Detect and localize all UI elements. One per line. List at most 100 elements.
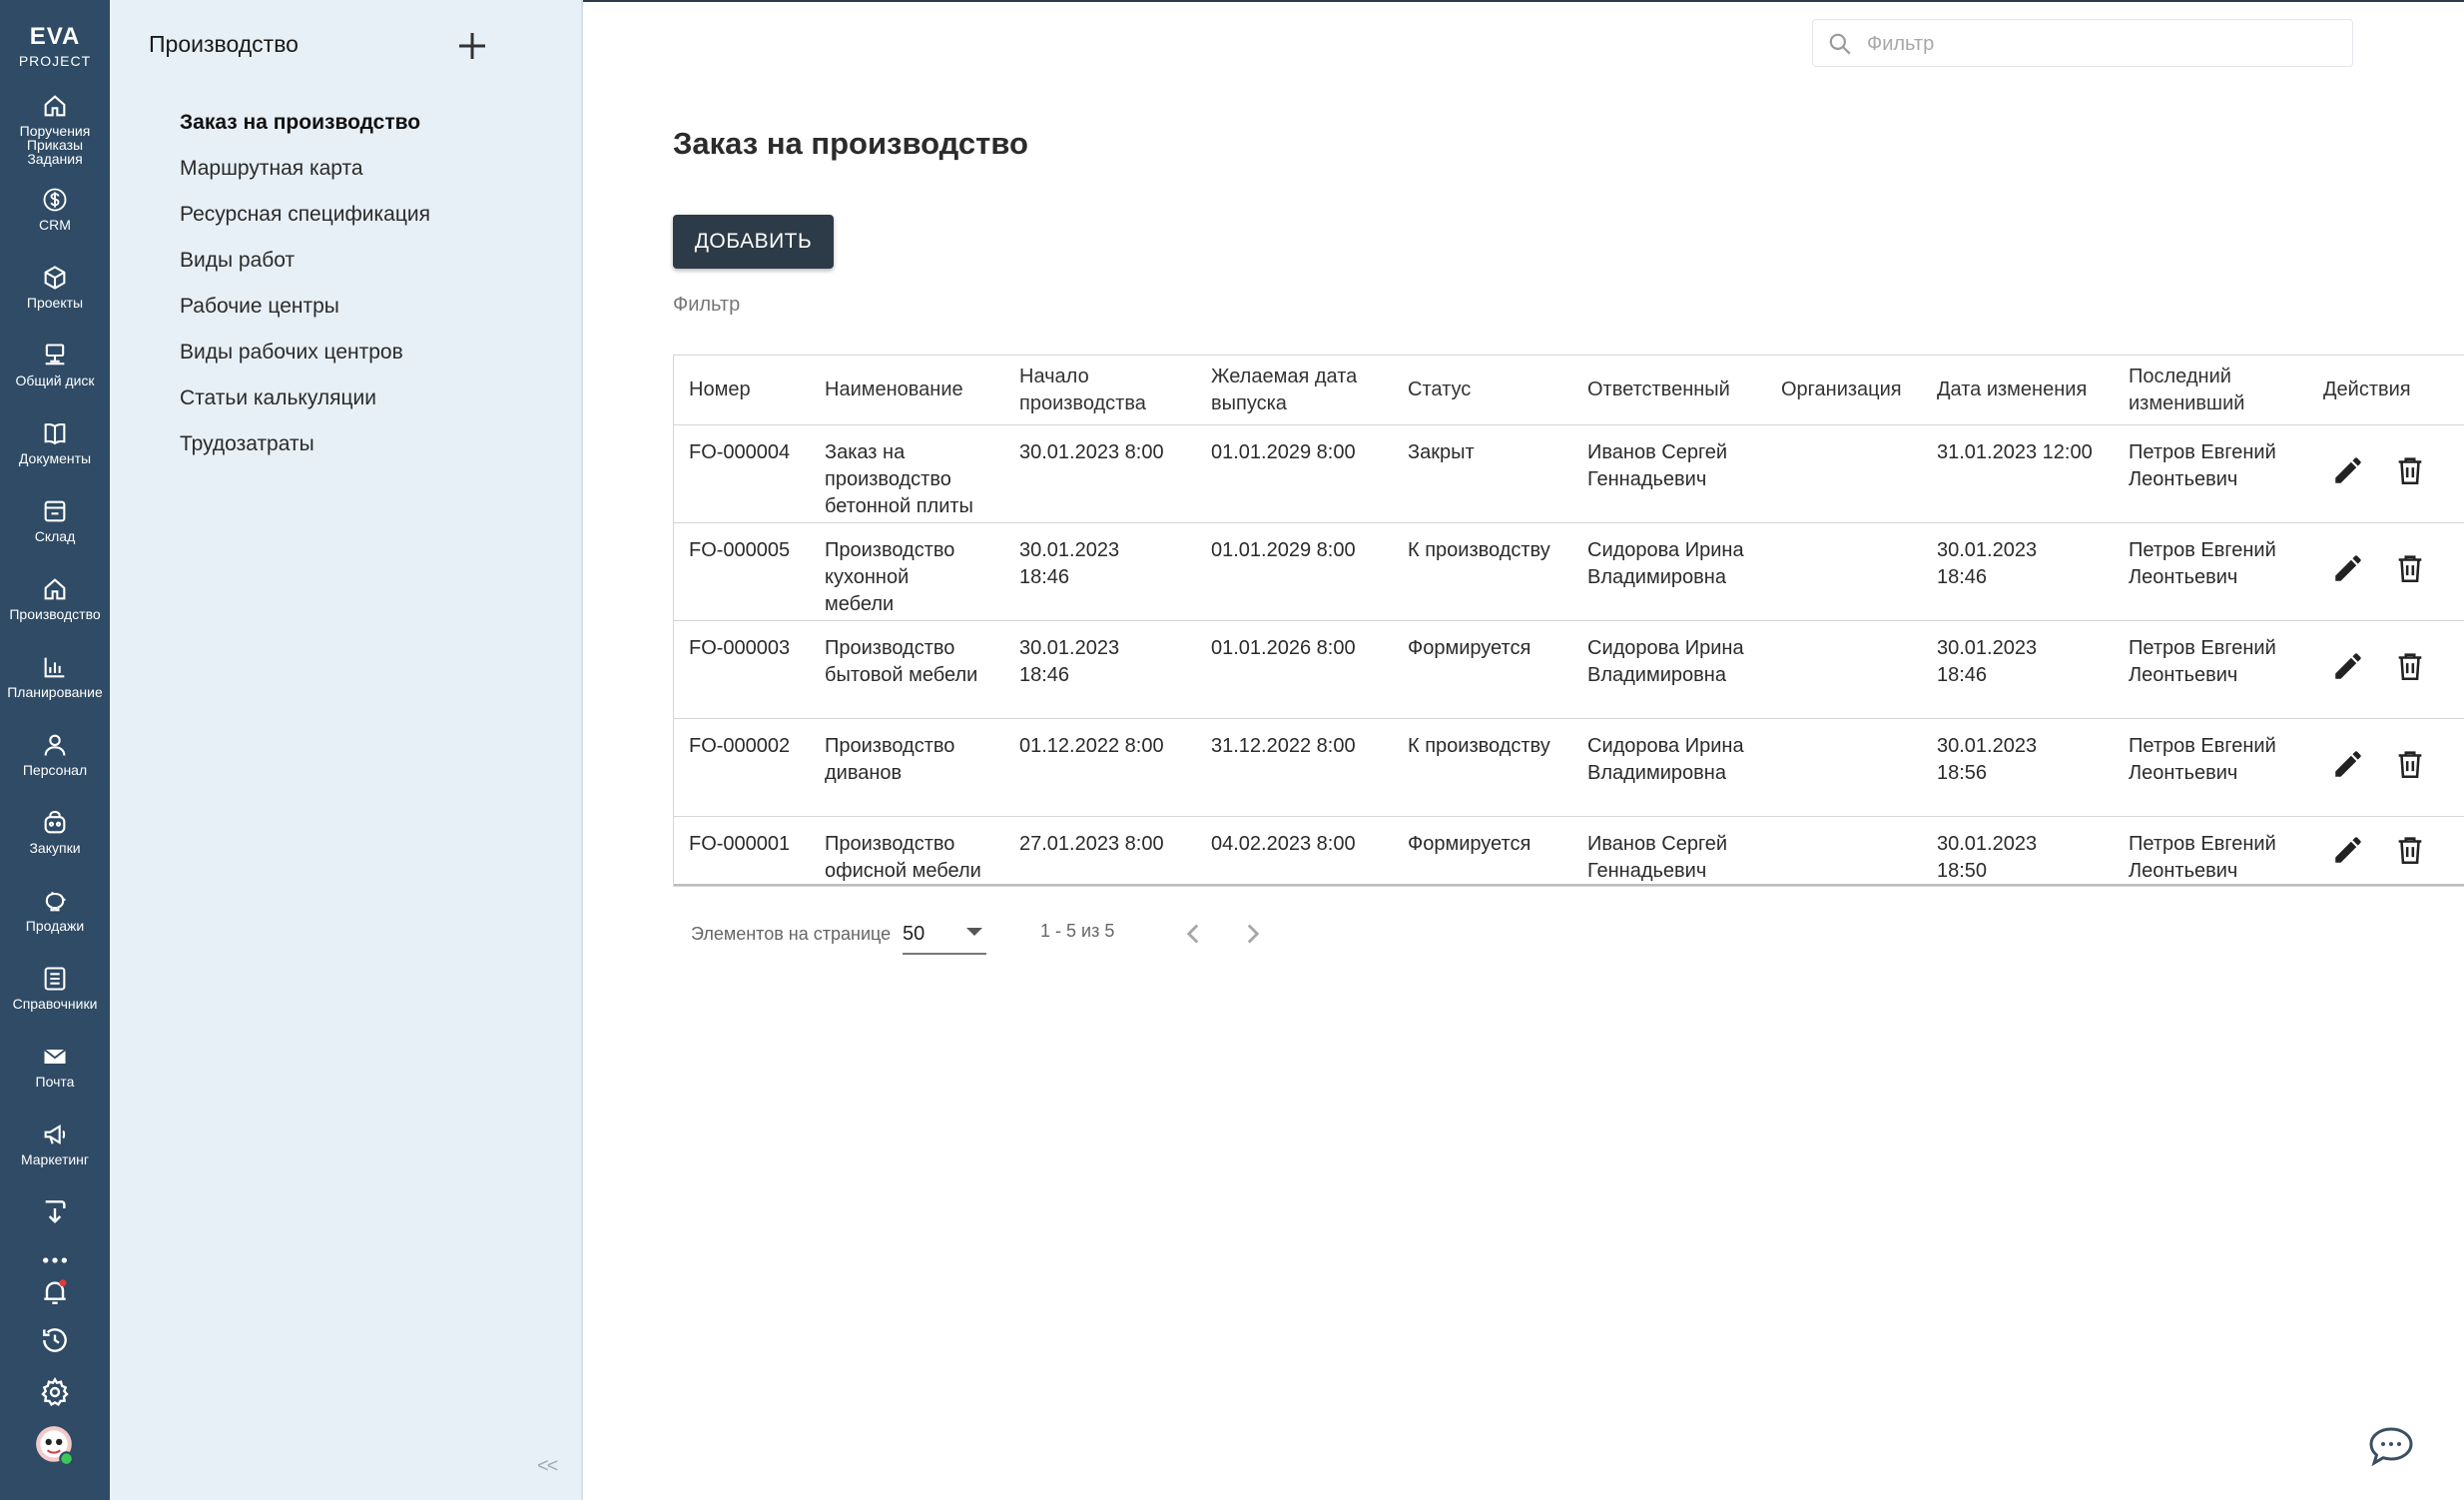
sidebar-item-route-card[interactable]: Маршрутная карта <box>180 154 430 200</box>
delete-button[interactable] <box>2393 747 2427 781</box>
cell-modified: 30.01.2023 18:56 <box>1937 735 2038 784</box>
sidebar-item-resource-spec[interactable]: Ресурсная спецификация <box>180 200 430 246</box>
table-row[interactable]: FO-000004 Заказ на производство бетонной… <box>674 425 2464 523</box>
rail-item-tasks[interactable]: Поручения Приказы Задания <box>0 92 110 166</box>
cell-number: FO-000005 <box>689 539 791 561</box>
filter-toggle[interactable]: Фильтр <box>673 294 740 317</box>
factory-icon <box>44 578 66 600</box>
table-row[interactable]: FO-000002 Производство диванов 01.12.202… <box>674 719 2464 817</box>
sidebar-collapse-button[interactable]: << <box>537 1455 558 1478</box>
rail-item-documents[interactable]: Документы <box>0 419 110 465</box>
rail-item-crm[interactable]: CRM <box>0 186 110 232</box>
cell-responsible: Сидорова Ирина Владимировна <box>1587 539 1744 588</box>
settings-button[interactable] <box>0 1376 110 1408</box>
tray-download-icon <box>45 1200 66 1224</box>
history-button[interactable] <box>0 1324 110 1356</box>
column-header-number[interactable]: Номер <box>689 376 819 403</box>
book-icon <box>44 422 66 445</box>
trash-icon <box>2398 555 2422 583</box>
column-header-release[interactable]: Желаемая дата выпуска <box>1211 364 1381 417</box>
orders-table: Номер Наименование Начало производства Ж… <box>673 355 2464 887</box>
rail-item-label: Справочники <box>12 996 98 1012</box>
tray-download-button[interactable] <box>0 1196 110 1228</box>
cell-start: 30.01.2023 8:00 <box>1019 441 1164 463</box>
cell-number: FO-000004 <box>689 441 791 463</box>
rail-item-label: Планирование <box>7 684 103 700</box>
edit-button[interactable] <box>2331 551 2365 585</box>
cell-release: 01.01.2029 8:00 <box>1211 441 1356 463</box>
column-header-status[interactable]: Статус <box>1408 376 1587 403</box>
trash-icon <box>2398 653 2422 681</box>
rail-item-production[interactable]: Производство <box>0 575 110 621</box>
section-sidebar: Производство Заказ на производство Маршр… <box>110 0 583 1500</box>
rail-item-planning[interactable]: Планирование <box>0 653 110 699</box>
search-input[interactable] <box>1867 28 2336 60</box>
table-row[interactable]: FO-000003 Производство бытовой мебели 30… <box>674 621 2464 719</box>
avatar[interactable] <box>0 1424 110 1466</box>
items-per-page-select[interactable]: 50 <box>903 917 986 955</box>
table-row[interactable]: FO-000001 Производство офисной мебели 27… <box>674 817 2464 886</box>
delete-button[interactable] <box>2393 453 2427 487</box>
bell-icon <box>44 1279 67 1304</box>
page-title: Заказ на производство <box>673 126 1028 161</box>
chart-icon <box>44 657 65 678</box>
rail-item-mail[interactable]: Почта <box>0 1043 110 1089</box>
sidebar-item-work-types[interactable]: Виды работ <box>180 246 430 292</box>
chat-button[interactable] <box>2368 1426 2414 1467</box>
sidebar-item-work-center-types[interactable]: Виды рабочих центров <box>180 338 430 383</box>
rail-item-label: Склад <box>34 528 76 544</box>
sidebar-item-labor-costs[interactable]: Трудозатраты <box>180 429 430 475</box>
search-box[interactable] <box>1812 19 2353 67</box>
previous-page-button[interactable] <box>1176 917 1210 951</box>
delete-button[interactable] <box>2393 551 2427 585</box>
sidebar-item-work-centers[interactable]: Рабочие центры <box>180 292 430 338</box>
rail-item-label: Документы <box>18 450 92 466</box>
add-button[interactable]: ДОБАВИТЬ <box>673 215 834 269</box>
edit-button[interactable] <box>2331 747 2365 781</box>
column-header-start[interactable]: Начало производства <box>1019 364 1179 417</box>
dollar-icon <box>43 188 67 212</box>
rail-item-shared-disk[interactable]: Общий диск <box>0 342 110 387</box>
edit-button[interactable] <box>2331 453 2365 487</box>
rail-item-sales[interactable]: Продажи <box>0 887 110 933</box>
sidebar-item-costing-items[interactable]: Статьи калькуляции <box>180 383 430 429</box>
sidebar-item-production-order[interactable]: Заказ на производство <box>180 108 430 154</box>
history-icon <box>43 1328 67 1352</box>
cell-status: Формируется <box>1408 833 1532 855</box>
more-button[interactable] <box>0 1244 110 1276</box>
rail-item-warehouse[interactable]: Склад <box>0 497 110 543</box>
column-header-responsible[interactable]: Ответственный <box>1587 376 1772 403</box>
rail-item-marketing[interactable]: Маркетинг <box>0 1121 110 1166</box>
edit-button[interactable] <box>2331 649 2365 683</box>
rail-item-projects[interactable]: Проекты <box>0 264 110 310</box>
column-header-last-editor[interactable]: Последний изменивший <box>2129 364 2288 417</box>
rail-item-personnel[interactable]: Персонал <box>0 731 110 777</box>
pencil-icon <box>2335 653 2361 679</box>
column-header-name[interactable]: Наименование <box>825 376 1014 403</box>
rail-item-label: Персонал <box>22 762 88 778</box>
column-header-modified[interactable]: Дата изменения <box>1937 376 2122 403</box>
plus-icon <box>459 33 485 59</box>
next-page-button[interactable] <box>1236 917 1270 951</box>
cell-responsible: Иванов Сергей Геннадьевич <box>1587 441 1728 490</box>
chat-bubble-icon <box>2369 1427 2413 1467</box>
logo-text-sub: PROJECT <box>18 53 92 69</box>
sidebar-add-button[interactable] <box>454 28 490 64</box>
delete-button[interactable] <box>2393 649 2427 683</box>
app-logo[interactable]: EVA PROJECT <box>0 22 110 70</box>
cell-status: Закрыт <box>1408 441 1475 463</box>
column-header-organization[interactable]: Организация <box>1781 376 1951 403</box>
rail-item-references[interactable]: Справочники <box>0 965 110 1011</box>
table-row[interactable]: FO-000005 Производство кухонной мебели 3… <box>674 523 2464 621</box>
delete-button[interactable] <box>2393 833 2427 867</box>
cell-start: 30.01.2023 18:46 <box>1019 539 1120 588</box>
edit-button[interactable] <box>2331 833 2365 867</box>
chevron-left-icon <box>1186 924 1199 944</box>
list-icon <box>44 967 66 991</box>
items-per-page-value: 50 <box>903 923 925 945</box>
notifications-button[interactable] <box>0 1276 110 1308</box>
cell-number: FO-000003 <box>689 637 791 659</box>
mail-icon <box>43 1049 67 1064</box>
cell-number: FO-000002 <box>689 735 791 757</box>
rail-item-purchases[interactable]: Закупки <box>0 809 110 855</box>
